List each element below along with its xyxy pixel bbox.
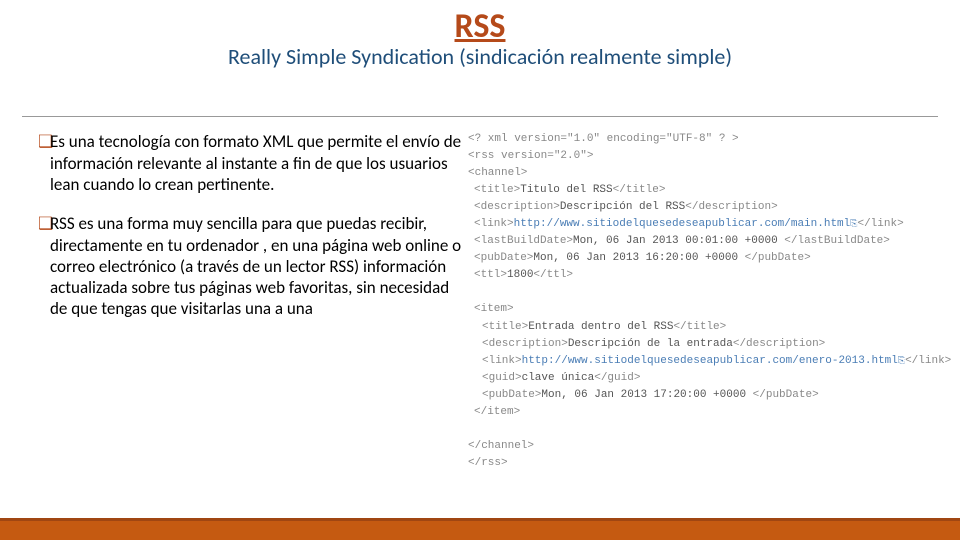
code-line: <item> — [468, 301, 938, 318]
code-line: <channel> — [468, 165, 938, 182]
slide-title: RSS — [0, 6, 960, 47]
code-line: <title>Titulo del RSS</title> — [468, 182, 938, 199]
code-example: <? xml version="1.0" encoding="UTF-8" ? … — [468, 131, 938, 472]
code-line: <description>Descripción de la entrada</… — [468, 336, 938, 353]
external-link-icon: ⎘ — [898, 356, 905, 366]
code-line: </channel> — [468, 438, 938, 455]
code-line: <link>http://www.sitiodelquesedeseapubli… — [468, 353, 938, 370]
code-line: <link>http://www.sitiodelquesedeseapubli… — [468, 216, 938, 233]
code-line: </rss> — [468, 455, 938, 472]
code-line: <guid>clave única</guid> — [468, 370, 938, 387]
code-line: <pubDate>Mon, 06 Jan 2013 16:20:00 +0000… — [468, 250, 938, 267]
code-line: <pubDate>Mon, 06 Jan 2013 17:20:00 +0000… — [468, 387, 938, 404]
content-area: ❑ Es una tecnología con formato XML que … — [22, 131, 938, 472]
code-blank-line — [468, 284, 938, 301]
slide-subtitle: Really Simple Syndication (sindicación r… — [0, 43, 960, 70]
code-line: <description>Descripción del RSS</descri… — [468, 199, 938, 216]
bullet-1: ❑ Es una tecnología con formato XML que … — [22, 131, 464, 195]
bullet-2: ❑ RSS es una forma muy sencilla para que… — [22, 213, 464, 320]
footer-bar — [0, 518, 960, 540]
bullet-2-text: RSS es una forma muy sencilla para que p… — [50, 213, 464, 319]
code-line: </item> — [468, 404, 938, 421]
bullet-1-text: Es una tecnología con formato XML que pe… — [50, 131, 464, 195]
code-line: <ttl>1800</ttl> — [468, 267, 938, 284]
code-blank-line — [468, 421, 938, 438]
code-line: <? xml version="1.0" encoding="UTF-8" ? … — [468, 131, 938, 148]
code-line: <rss version="2.0"> — [468, 148, 938, 165]
code-line: <lastBuildDate>Mon, 06 Jan 2013 00:01:00… — [468, 233, 938, 250]
code-line: <title>Entrada dentro del RSS</title> — [468, 319, 938, 336]
divider — [22, 116, 938, 117]
bullet-list: ❑ Es una tecnología con formato XML que … — [22, 131, 464, 472]
